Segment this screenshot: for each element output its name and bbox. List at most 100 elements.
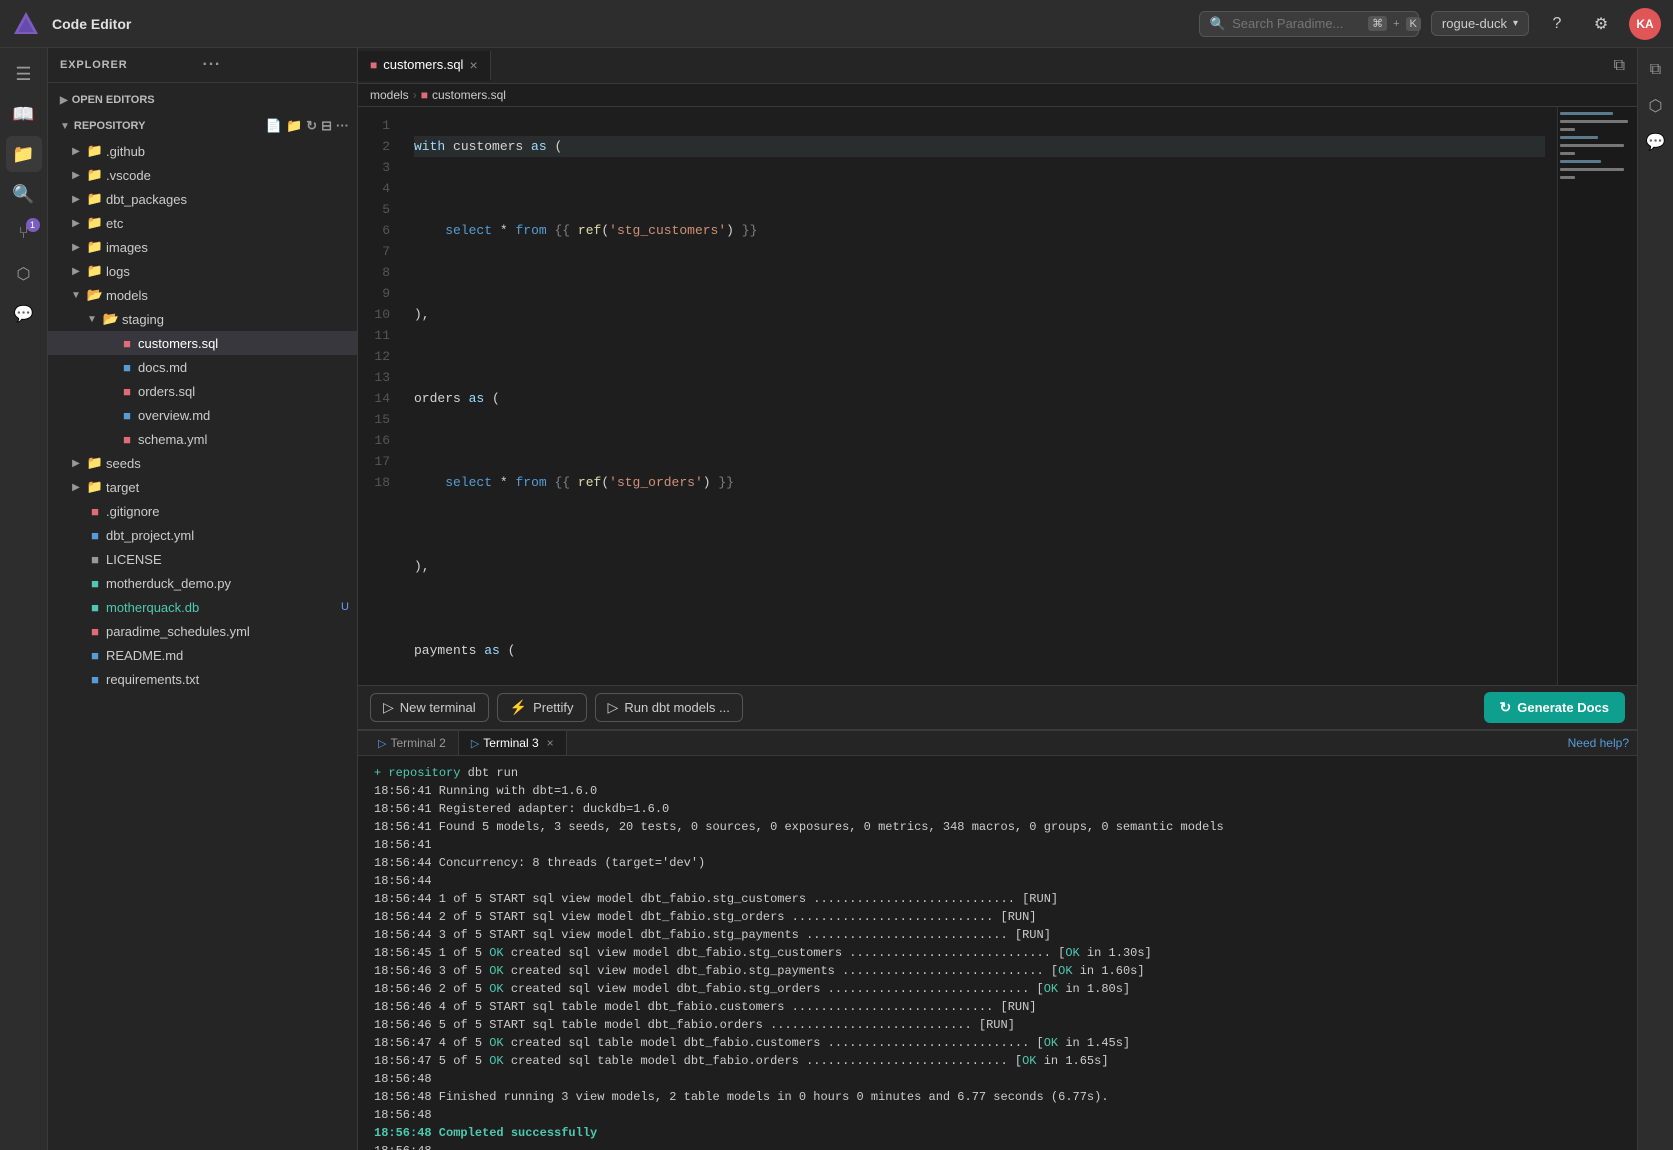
activity-graph-button[interactable]: ⬡ xyxy=(6,256,42,292)
terminal-tab-3[interactable]: ▷ Terminal 3 × xyxy=(459,731,567,755)
run-icon: ▷ xyxy=(608,699,619,716)
tree-item-logs[interactable]: ▶ 📁 logs xyxy=(48,259,357,283)
prettify-button[interactable]: ⚡ Prettify xyxy=(497,693,587,722)
terminal-line: 18:56:41 Registered adapter: duckdb=1.6.… xyxy=(374,800,1621,818)
activity-chat-button[interactable]: 💬 xyxy=(6,296,42,332)
generate-docs-button[interactable]: ↻ Generate Docs xyxy=(1484,692,1626,723)
chevron-right-icon: ▶ xyxy=(68,146,84,157)
settings-button[interactable]: ⚙ xyxy=(1585,8,1617,40)
tree-item-customers-sql[interactable]: ■ customers.sql xyxy=(48,331,357,355)
activity-search-button[interactable]: 🔍 xyxy=(6,176,42,212)
repository-section[interactable]: ▼ REPOSITORY 📄 📁 ↻ ⊟ ··· xyxy=(48,113,357,139)
breadcrumb-file-icon: ■ xyxy=(421,88,428,102)
sidebar-menu-icon[interactable]: ··· xyxy=(203,56,346,74)
run-dbt-label: Run dbt models ... xyxy=(624,700,730,715)
open-editors-section[interactable]: ▶ OPEN EDITORS xyxy=(48,87,357,113)
tree-item-dbt-packages[interactable]: ▶ 📁 dbt_packages xyxy=(48,187,357,211)
search-input[interactable] xyxy=(1232,16,1362,31)
tab-customers-sql[interactable]: ■ customers.sql × xyxy=(358,51,491,81)
git-file-icon: ■ xyxy=(86,504,104,519)
breadcrumb-models[interactable]: models xyxy=(370,88,409,102)
tab-close-button[interactable]: × xyxy=(469,57,477,73)
breadcrumb: models › ■ customers.sql xyxy=(358,84,1637,107)
folder-icon: 📁 xyxy=(86,455,104,471)
folder-icon: 📁 xyxy=(86,143,104,159)
tree-item-docs-md[interactable]: ■ docs.md xyxy=(48,355,357,379)
folder-open-icon: 📂 xyxy=(86,287,104,303)
new-file-icon[interactable]: 📄 xyxy=(266,118,282,134)
terminal-content[interactable]: + repository dbt run 18:56:41 Running wi… xyxy=(358,756,1637,1150)
search-icon: 🔍 xyxy=(12,184,34,205)
tree-item-license[interactable]: ■ LICENSE xyxy=(48,547,357,571)
tree-item-seeds[interactable]: ▶ 📁 seeds xyxy=(48,451,357,475)
activity-files-button[interactable]: 📁 xyxy=(6,136,42,172)
new-folder-icon[interactable]: 📁 xyxy=(286,118,302,134)
tree-item-gitignore[interactable]: ■ .gitignore xyxy=(48,499,357,523)
terminal-icon: ▷ xyxy=(471,737,479,750)
branch-selector[interactable]: rogue-duck ▾ xyxy=(1431,11,1529,36)
yml-file-icon: ■ xyxy=(86,528,104,543)
repository-label: REPOSITORY xyxy=(74,120,146,132)
activity-menu-button[interactable]: ☰ xyxy=(6,56,42,92)
prettify-label: Prettify xyxy=(533,700,573,715)
terminal-tab-2[interactable]: ▷ Terminal 2 xyxy=(366,731,459,755)
prompt-plus: + xyxy=(374,766,381,780)
terminal-tab-close-button[interactable]: × xyxy=(547,736,554,750)
breadcrumb-file[interactable]: customers.sql xyxy=(432,88,506,102)
tree-item-motherduck-py[interactable]: ■ motherduck_demo.py xyxy=(48,571,357,595)
tree-item-orders-sql[interactable]: ■ orders.sql xyxy=(48,379,357,403)
app-logo xyxy=(12,10,40,38)
terminal-line: 18:56:47 5 of 5 OK created sql table mod… xyxy=(374,1052,1621,1070)
sql-file-icon: ■ xyxy=(118,336,136,351)
app-title: Code Editor xyxy=(52,16,131,32)
run-dbt-button[interactable]: ▷ Run dbt models ... xyxy=(595,693,743,722)
tree-item-vscode[interactable]: ▶ 📁 .vscode xyxy=(48,163,357,187)
tree-item-dbt-project[interactable]: ■ dbt_project.yml xyxy=(48,523,357,547)
activity-git-button[interactable]: ⑂ 1 xyxy=(6,216,42,252)
code-content[interactable]: with customers as ( select * from {{ ref… xyxy=(402,107,1557,685)
minimap xyxy=(1557,107,1637,685)
tree-item-readme[interactable]: ■ README.md xyxy=(48,643,357,667)
terminal-line: 18:56:41 Found 5 models, 3 seeds, 20 tes… xyxy=(374,818,1621,836)
terminal-line: + repository dbt run xyxy=(374,764,1621,782)
terminal-tabs: ▷ Terminal 2 ▷ Terminal 3 × Need help? xyxy=(358,731,1637,756)
avatar-button[interactable]: KA xyxy=(1629,8,1661,40)
activity-explorer-button[interactable]: 📖 xyxy=(6,96,42,132)
tree-item-paradime-schedules[interactable]: ■ paradime_schedules.yml xyxy=(48,619,357,643)
more-icon[interactable]: ··· xyxy=(336,118,349,134)
tree-item-requirements[interactable]: ■ requirements.txt xyxy=(48,667,357,691)
tree-item-motherquack-db[interactable]: ■ motherquack.db U xyxy=(48,595,357,619)
right-panel-graph-button[interactable]: ⬡ xyxy=(1642,92,1670,120)
new-terminal-button[interactable]: ▷ New terminal xyxy=(370,693,489,722)
branch-name: rogue-duck xyxy=(1442,16,1507,31)
tree-item-overview-md[interactable]: ■ overview.md xyxy=(48,403,357,427)
chevron-down-icon: ▼ xyxy=(84,314,100,325)
tree-item-models[interactable]: ▼ 📂 models xyxy=(48,283,357,307)
terminal-line: 18:56:41 Running with dbt=1.6.0 xyxy=(374,782,1621,800)
prettify-icon: ⚡ xyxy=(510,699,527,716)
git-badge: 1 xyxy=(26,218,40,232)
tree-item-schema-yml[interactable]: ■ schema.yml xyxy=(48,427,357,451)
split-editor-icon[interactable]: ⧉ xyxy=(1610,53,1629,79)
chevron-right-icon: ▶ xyxy=(60,95,68,106)
txt-file-icon: ■ xyxy=(86,672,104,687)
tree-item-target[interactable]: ▶ 📁 target xyxy=(48,475,357,499)
tree-item-etc[interactable]: ▶ 📁 etc xyxy=(48,211,357,235)
chevron-down-icon: ▾ xyxy=(1513,18,1518,29)
right-panel-layers-button[interactable]: ⧉ xyxy=(1642,56,1670,84)
tree-item-images[interactable]: ▶ 📁 images xyxy=(48,235,357,259)
collapse-icon[interactable]: ⊟ xyxy=(321,118,332,134)
tree-item-staging[interactable]: ▼ 📂 staging xyxy=(48,307,357,331)
search-bar[interactable]: 🔍 ⌘ + K xyxy=(1199,11,1419,37)
terminal-line: 18:56:47 4 of 5 OK created sql table mod… xyxy=(374,1034,1621,1052)
right-panel-chat-button[interactable]: 💬 xyxy=(1642,128,1670,156)
tree-item-github[interactable]: ▶ 📁 .github xyxy=(48,139,357,163)
terminal-help-link[interactable]: Need help? xyxy=(1568,736,1629,750)
folder-icon: 📁 xyxy=(86,167,104,183)
refresh-icon[interactable]: ↻ xyxy=(306,118,317,134)
terminal-line: 18:56:48 xyxy=(374,1142,1621,1150)
txt-file-icon: ■ xyxy=(86,552,104,567)
generate-docs-label: Generate Docs xyxy=(1517,700,1609,715)
help-button[interactable]: ? xyxy=(1541,8,1573,40)
terminal-line: 18:56:44 3 of 5 START sql view model dbt… xyxy=(374,926,1621,944)
